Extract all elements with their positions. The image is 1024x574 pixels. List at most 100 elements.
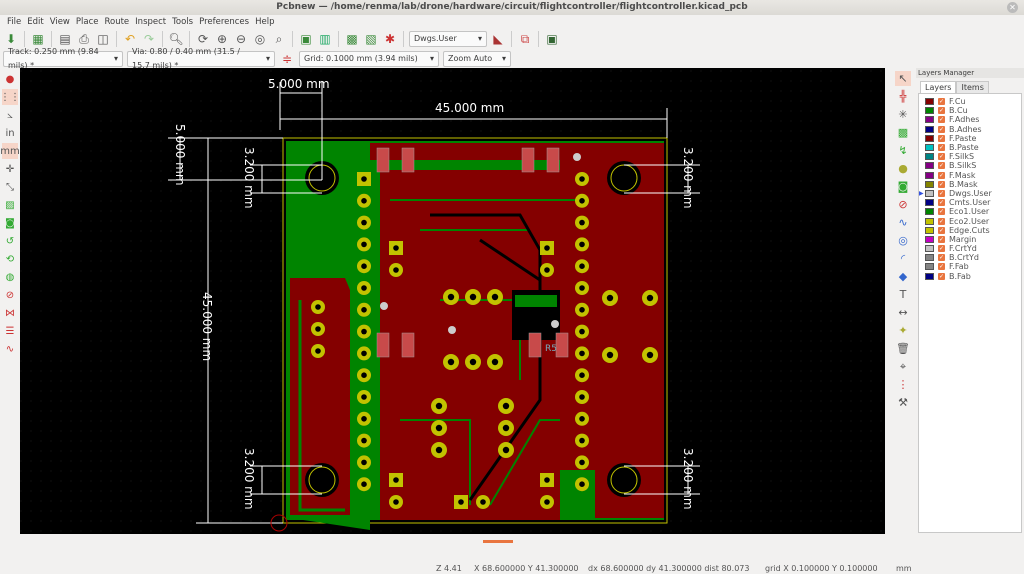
zoom-selection-icon[interactable]: ⌕ [271, 31, 287, 47]
layer-row[interactable]: ✓ Margin [925, 235, 1021, 244]
high-contrast-icon[interactable]: ⋈ [2, 305, 18, 321]
add-target-icon[interactable]: ✦ [895, 323, 911, 338]
layer-color-swatch[interactable] [925, 263, 934, 271]
layer-visible-checkbox[interactable]: ✓ [938, 180, 945, 188]
add-arc-icon[interactable]: ◜ [895, 251, 911, 266]
via-size-select[interactable]: Via: 0.80 / 0.40 mm (31.5 / 15.7 mils) *… [127, 47, 275, 70]
autoroute-icon[interactable]: ▧ [363, 31, 379, 47]
tab-items[interactable]: Items [956, 81, 989, 93]
layer-color-swatch[interactable] [925, 245, 934, 253]
layer-visible-checkbox[interactable]: ✓ [938, 134, 945, 142]
add-circle-icon[interactable]: ◎ [895, 233, 911, 248]
layer-color-swatch[interactable] [925, 254, 934, 262]
layer-row[interactable]: ✓ F.Fab [925, 262, 1021, 271]
add-footprint-icon[interactable]: ▩ [895, 125, 911, 140]
grid-origin-icon[interactable]: ⋮ [895, 377, 911, 392]
keepout-icon[interactable]: ⊘ [895, 197, 911, 212]
layer-color-swatch[interactable] [925, 144, 934, 152]
layer-visible-checkbox[interactable]: ✓ [938, 189, 945, 197]
drc-icon[interactable]: ● [2, 71, 18, 87]
delete-icon[interactable]: 🗑︎ [895, 341, 911, 356]
layer-row[interactable]: ✓ B.Fab [925, 272, 1021, 281]
layer-visible-checkbox[interactable]: ✓ [938, 153, 945, 161]
layer-visible-checkbox[interactable]: ✓ [938, 226, 945, 234]
layer-visible-checkbox[interactable]: ✓ [938, 162, 945, 170]
menu-place[interactable]: Place [73, 15, 102, 29]
layer-visible-checkbox[interactable]: ✓ [938, 208, 945, 216]
menu-file[interactable]: File [4, 15, 24, 29]
menu-route[interactable]: Route [101, 15, 132, 29]
layer-visible-checkbox[interactable]: ✓ [938, 235, 945, 243]
layer-row[interactable]: ✓ B.SilkS [925, 161, 1021, 170]
schematic-icon[interactable]: ⧉ [517, 31, 533, 47]
layer-row[interactable]: ✓ Edge.Cuts [925, 226, 1021, 235]
layer-color-swatch[interactable] [925, 125, 934, 133]
grid-select[interactable]: Grid: 0.1000 mm (3.94 mils) ▾ [299, 50, 439, 67]
layer-row[interactable]: ✓ Eco2.User [925, 216, 1021, 226]
add-via-icon[interactable]: ● [895, 161, 911, 176]
layer-color-swatch[interactable] [925, 107, 934, 115]
layer-row[interactable]: ✓ Eco1.User [925, 207, 1021, 216]
layer-visible-checkbox[interactable]: ✓ [938, 245, 945, 253]
route-track-icon[interactable]: ↯ [895, 143, 911, 158]
layer-color-swatch[interactable] [925, 199, 934, 207]
tab-layers[interactable]: Layers [920, 81, 957, 93]
zoom-select[interactable]: Zoom Auto ▾ [443, 50, 511, 67]
layer-visible-checkbox[interactable]: ✓ [938, 116, 945, 124]
cursor-shape-icon[interactable]: ✛ [2, 161, 18, 177]
add-text-icon[interactable]: T [895, 287, 911, 302]
layer-color-swatch[interactable] [925, 171, 934, 179]
layer-row[interactable]: ✓ F.Mask [925, 171, 1021, 180]
layer-select[interactable]: Dwgs.User ▾ [409, 31, 487, 47]
layer-visible-checkbox[interactable]: ✓ [938, 107, 945, 115]
units-inch-icon[interactable]: in [2, 125, 18, 141]
add-line-icon[interactable]: ∿ [895, 215, 911, 230]
grid-toggle-icon[interactable]: ⋮⋮ [0, 89, 20, 105]
menu-view[interactable]: View [47, 15, 73, 29]
layer-row[interactable]: ✓ F.Adhes [925, 115, 1021, 124]
menu-help[interactable]: Help [252, 15, 277, 29]
layer-row[interactable]: ✓ Cmts.User [925, 198, 1021, 207]
layer-row[interactable]: ✓ F.CrtYd [925, 244, 1021, 253]
drc-bug-icon[interactable]: ✱ [382, 31, 398, 47]
menu-tools[interactable]: Tools [169, 15, 196, 29]
auto-track-width-icon[interactable]: ≑ [279, 51, 295, 67]
layer-color-swatch[interactable] [925, 153, 934, 161]
ratsnest-icon[interactable]: ⤡ [2, 179, 18, 195]
layer-color-swatch[interactable] [925, 162, 934, 170]
polar-coords-icon[interactable]: ⦣ [2, 107, 18, 123]
local-ratsnest-icon[interactable]: ▨ [2, 197, 18, 213]
select-arrow-icon[interactable]: ↖ [895, 71, 911, 86]
layer-row[interactable]: ✓ B.Cu [925, 106, 1021, 115]
menu-preferences[interactable]: Preferences [196, 15, 252, 29]
add-polygon-icon[interactable]: ◆ [895, 269, 911, 284]
layer-color-swatch[interactable] [925, 134, 934, 142]
pcb-canvas[interactable]: 5.000 mm 45.000 mm 5.000 mm 45.000 mm 3.… [20, 68, 885, 534]
layer-row[interactable]: ✓ F.SilkS [925, 152, 1021, 161]
zone-fill-icon[interactable]: ◙ [2, 215, 18, 231]
layer-row[interactable]: ✓ B.Mask [925, 180, 1021, 189]
layer-color-swatch[interactable] [925, 208, 934, 216]
layer-row[interactable]: ✓ B.Adhes [925, 125, 1021, 134]
units-mm-icon[interactable]: mm [0, 143, 20, 159]
layer-visible-checkbox[interactable]: ✓ [938, 199, 945, 207]
layer-row[interactable]: ▶ ✓ Dwgs.User [919, 189, 1021, 198]
microwave-icon[interactable]: ∿ [2, 341, 18, 357]
layer-row[interactable]: ✓ F.Cu [925, 97, 1021, 106]
layer-visible-checkbox[interactable]: ✓ [938, 217, 945, 225]
layer-color-swatch[interactable] [925, 180, 934, 188]
netlist-icon[interactable]: ▩ [344, 31, 360, 47]
graphic-sketch-icon[interactable]: ⊘ [2, 287, 18, 303]
scripting-console-icon[interactable]: ▣ [544, 31, 560, 47]
layer-color-swatch[interactable] [925, 116, 934, 124]
layer-pair-icon[interactable]: ◣ [490, 31, 506, 47]
pad-sketch-icon[interactable]: ◍ [2, 269, 18, 285]
close-button[interactable]: ✕ [1007, 2, 1018, 13]
via-sketch-icon[interactable]: ⟲ [2, 251, 18, 267]
highlight-net-icon[interactable]: ╬ [895, 89, 911, 104]
layer-color-swatch[interactable] [925, 189, 934, 197]
layer-visible-checkbox[interactable]: ✓ [938, 98, 945, 106]
layer-row[interactable]: ✓ F.Paste [925, 134, 1021, 143]
layers-icon[interactable]: ☰ [2, 323, 18, 339]
measure-icon[interactable]: ⚒ [895, 395, 911, 410]
